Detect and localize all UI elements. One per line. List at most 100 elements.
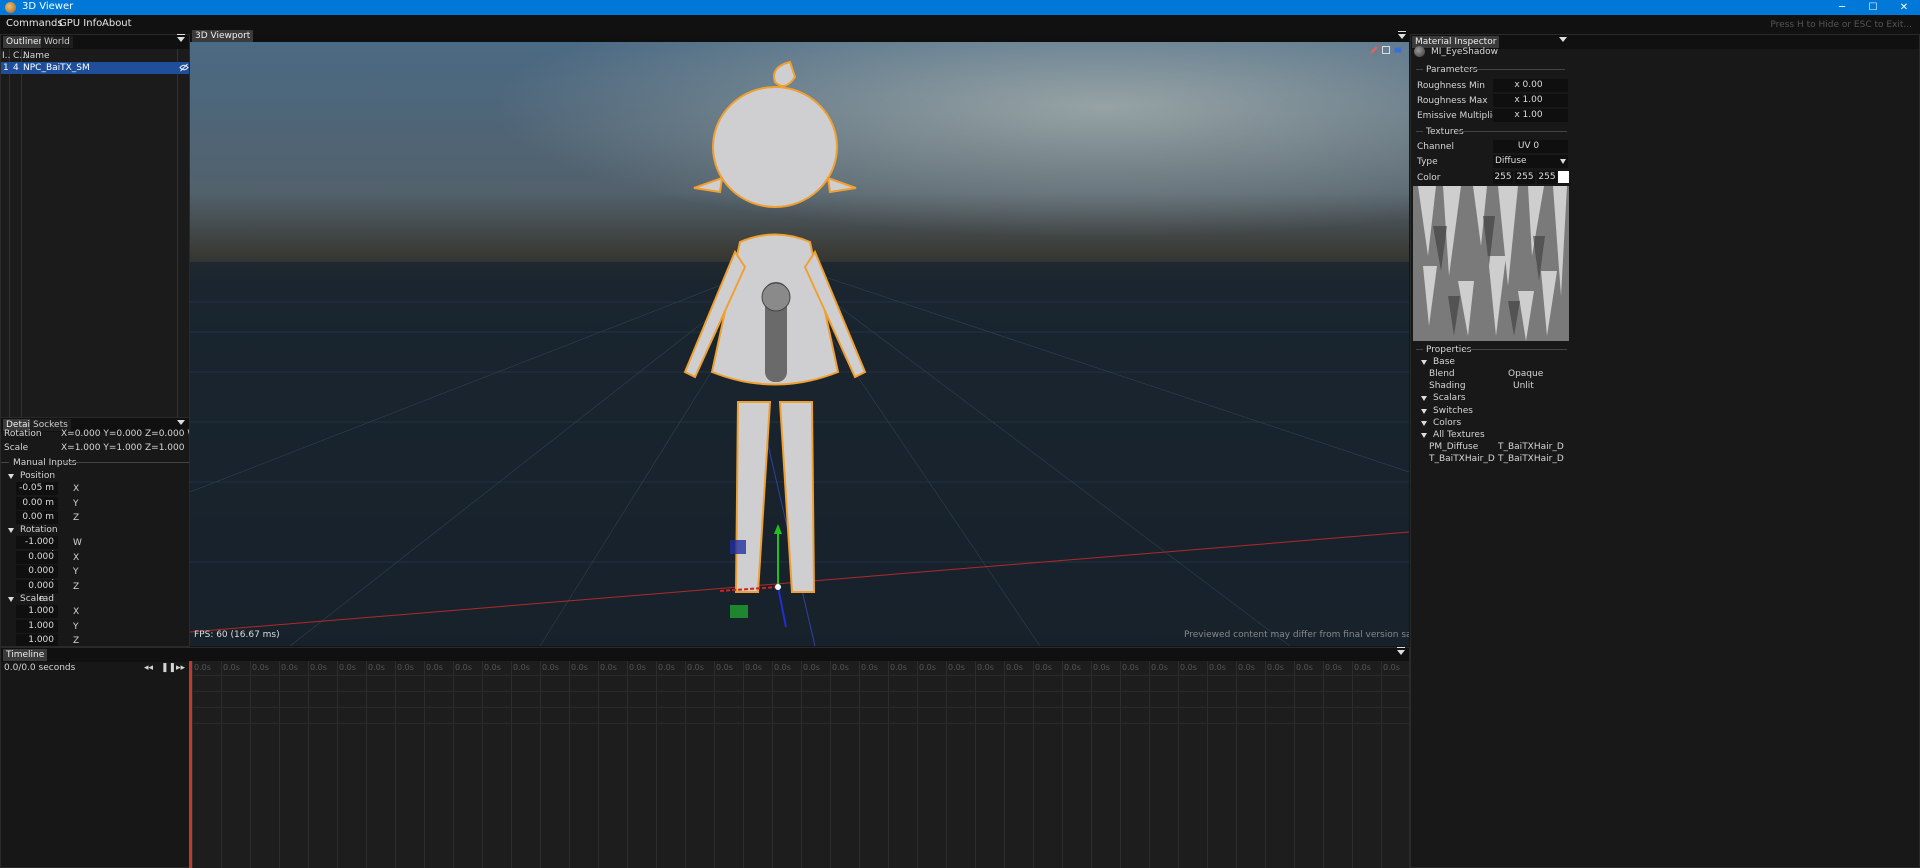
tick-line xyxy=(453,661,454,868)
roughness-max-field[interactable]: x 1.00 xyxy=(1493,94,1568,107)
color-g-field[interactable]: 255 xyxy=(1515,171,1535,184)
scale-z-field[interactable]: 1.000 xyxy=(16,634,58,646)
rotation-y-field[interactable]: 0.000 rad xyxy=(16,565,58,589)
collapse-arrow-icon[interactable] xyxy=(8,474,14,479)
tick-line xyxy=(888,661,889,868)
column-header-index[interactable]: I.. xyxy=(2,51,10,61)
shading-value: Unlit xyxy=(1513,381,1534,391)
panel-menu-icon[interactable] xyxy=(1398,31,1406,39)
tick-label: 0.0s xyxy=(832,663,849,672)
tick-line xyxy=(366,661,367,868)
scale-y-field[interactable]: 1.000 xyxy=(16,620,58,633)
tick-label: 0.0s xyxy=(1296,663,1313,672)
hide-exit-hint: Press H to Hide or ESC to Exit... xyxy=(1770,20,1912,30)
position-z-field[interactable]: 0.00 m xyxy=(16,511,58,524)
menu-commands[interactable]: Commands xyxy=(6,18,63,29)
pause-button[interactable]: ❚❚ xyxy=(161,663,176,673)
playhead[interactable] xyxy=(189,661,192,868)
tick-line xyxy=(569,661,570,868)
collapse-arrow-icon[interactable] xyxy=(8,597,14,602)
position-y-field[interactable]: 0.00 m xyxy=(16,497,58,510)
panel-menu-icon[interactable] xyxy=(177,420,185,425)
tick-label: 0.0s xyxy=(1122,663,1139,672)
maximize-button[interactable]: ☐ xyxy=(1858,0,1888,15)
tab-world[interactable]: World xyxy=(41,36,73,48)
position-group-header[interactable]: Position xyxy=(20,471,55,481)
tab-3d-viewport[interactable]: 3D Viewport xyxy=(192,30,254,42)
channel-label: Channel xyxy=(1417,142,1454,152)
color-swatch[interactable] xyxy=(1558,171,1569,183)
channel-field[interactable]: UV 0 xyxy=(1493,140,1568,153)
collapse-arrow-icon[interactable] xyxy=(1421,433,1427,438)
tick-label: 0.0s xyxy=(310,663,327,672)
type-select[interactable]: Diffuse xyxy=(1493,155,1568,168)
camera-icon[interactable] xyxy=(1394,46,1402,57)
tick-line xyxy=(801,661,802,868)
table-row[interactable]: 1 4 NPC_BaiTX_SM xyxy=(1,62,189,74)
tab-timeline[interactable]: Timeline xyxy=(3,649,48,661)
colors-group-header[interactable]: Colors xyxy=(1433,418,1461,428)
tick-line xyxy=(540,661,541,868)
position-x-field[interactable]: -0.05 m xyxy=(16,482,58,495)
column-header-name[interactable]: Name xyxy=(23,51,50,61)
menu-bar: Commands GPU Info About Press H to Hide … xyxy=(0,15,1920,34)
eye-slash-icon[interactable] xyxy=(179,63,189,75)
tick-line xyxy=(482,661,483,868)
forward-button[interactable]: ▸▸ xyxy=(176,663,185,673)
panel-menu-icon[interactable] xyxy=(1397,647,1405,655)
scale-x-field[interactable]: 1.000 xyxy=(16,605,58,618)
collapse-arrow-icon[interactable] xyxy=(8,528,14,533)
tick-label: 0.0s xyxy=(339,663,356,672)
track-divider xyxy=(189,723,1409,724)
viewport-canvas[interactable]: FPS: 60 (16.67 ms) Previewed content may… xyxy=(190,42,1409,646)
scalars-group-header[interactable]: Scalars xyxy=(1433,393,1466,403)
scale-group-header[interactable]: Scale xyxy=(20,594,44,604)
rotation-x-field[interactable]: 0.000 rad xyxy=(16,551,58,575)
panel-menu-icon[interactable] xyxy=(177,34,185,42)
brush-icon[interactable] xyxy=(1370,46,1378,57)
rewind-button[interactable]: ◂◂ xyxy=(144,663,153,673)
tick-label: 0.0s xyxy=(1383,663,1400,672)
tick-line xyxy=(1062,661,1063,868)
collapse-arrow-icon[interactable] xyxy=(1421,360,1427,365)
tick-line xyxy=(946,661,947,868)
collapse-arrow-icon[interactable] xyxy=(1421,396,1427,401)
collapse-arrow-icon[interactable] xyxy=(1421,409,1427,414)
tick-line xyxy=(859,661,860,868)
row-index: 1 xyxy=(3,63,9,73)
type-select-value: Diffuse xyxy=(1495,156,1527,166)
rotation-z-field[interactable]: 0.000 rad xyxy=(16,580,58,604)
switches-group-header[interactable]: Switches xyxy=(1433,406,1473,416)
blend-label: Blend xyxy=(1429,369,1455,379)
collapse-arrow-icon[interactable] xyxy=(1421,421,1427,426)
minimize-button[interactable]: ─ xyxy=(1827,0,1857,15)
menu-gpu-info[interactable]: GPU Info xyxy=(59,18,102,29)
column-divider xyxy=(177,49,178,417)
axis-label: Y xyxy=(73,499,79,509)
tick-line xyxy=(1294,661,1295,868)
emissive-multiplier-field[interactable]: x 1.00 xyxy=(1493,109,1568,122)
outliner-panel: Outliner World I.. C... Name 1 4 NPC_Bai… xyxy=(0,34,190,417)
textures-header: Textures xyxy=(1426,127,1464,137)
color-b-field[interactable]: 255 xyxy=(1537,171,1557,184)
close-button[interactable]: ✕ xyxy=(1889,0,1919,15)
texture-param-value: T_BaiTXHair_D xyxy=(1498,442,1564,452)
all-textures-group-header[interactable]: All Textures xyxy=(1433,430,1485,440)
fit-view-icon[interactable] xyxy=(1382,46,1390,57)
tick-line xyxy=(685,661,686,868)
timeline-track[interactable]: 0.0s 0.0s 0.0s 0.0s 0.0s 0.0s 0.0s 0.0s 0.0s 0.0s… xyxy=(189,661,1409,868)
tab-outliner[interactable]: Outliner xyxy=(3,36,46,48)
row-count: 4 xyxy=(13,63,19,73)
rotation-group-header[interactable]: Rotation xyxy=(20,525,58,535)
rotation-w-field[interactable]: -1.000 rad xyxy=(16,536,58,560)
panel-menu-icon[interactable] xyxy=(1559,37,1567,42)
track-divider xyxy=(189,691,1409,692)
tick-line xyxy=(627,661,628,868)
roughness-min-field[interactable]: x 0.00 xyxy=(1493,79,1568,92)
color-r-field[interactable]: 255 xyxy=(1493,171,1513,184)
divider xyxy=(1,462,9,463)
tick-label: 0.0s xyxy=(1209,663,1226,672)
base-group-header[interactable]: Base xyxy=(1433,357,1455,367)
menu-about[interactable]: About xyxy=(102,18,132,29)
tick-label: 0.0s xyxy=(368,663,385,672)
